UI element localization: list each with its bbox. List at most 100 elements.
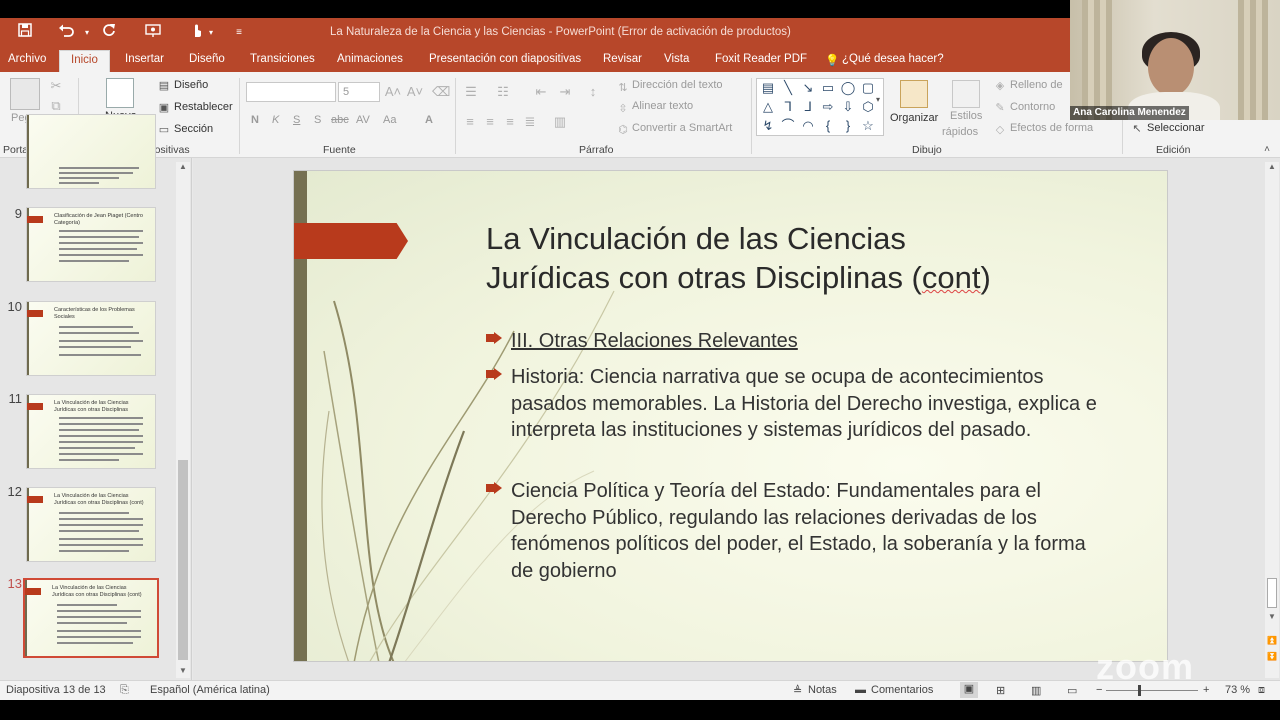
undo-icon[interactable]	[55, 22, 77, 44]
scroll-down-icon[interactable]: ▼	[176, 666, 190, 675]
scroll-thumb[interactable]	[178, 460, 188, 660]
elbow-arrow-shape-icon[interactable]: ᒧ	[799, 98, 817, 116]
triangle-shape-icon[interactable]: △	[759, 98, 777, 116]
elbow-connector-shape-icon[interactable]: ᒣ	[779, 98, 797, 116]
cut-icon[interactable]: ✂	[48, 78, 64, 94]
tab-vista[interactable]: Vista	[664, 53, 689, 65]
star-shape-icon[interactable]: ☆	[859, 117, 877, 135]
shrink-font-icon[interactable]: A˅	[406, 84, 424, 100]
grow-font-icon[interactable]: A˄	[384, 84, 402, 100]
reading-view-icon[interactable]: ▥	[1031, 684, 1041, 697]
layout-icon[interactable]: ▤	[157, 78, 171, 94]
zoom-in-icon[interactable]: +	[1203, 684, 1209, 696]
present-from-start-icon[interactable]	[142, 22, 164, 44]
columns-icon[interactable]: ▥	[552, 114, 568, 130]
tab-presentacion[interactable]: Presentación con diapositivas	[429, 53, 581, 65]
scroll-up-icon[interactable]: ▲	[1265, 162, 1279, 171]
tell-me-search[interactable]: ¿Qué desea hacer?	[842, 53, 944, 65]
shape-fill-icon[interactable]: ◈	[993, 78, 1007, 94]
new-slide-icon[interactable]	[106, 78, 134, 108]
shadow-button[interactable]: S	[314, 114, 321, 126]
bold-button[interactable]: N	[251, 114, 259, 126]
font-size-combo[interactable]: 5	[338, 82, 380, 102]
quick-styles-label-2[interactable]: rápidos	[942, 126, 978, 138]
underline-button[interactable]: S	[293, 114, 300, 126]
shape-outline-button[interactable]: Contorno	[1010, 101, 1055, 113]
shape-effects-icon[interactable]: ◇	[993, 122, 1007, 138]
curve-shape-icon[interactable]: ⌒	[779, 117, 797, 135]
notes-button[interactable]: Notas	[808, 684, 837, 696]
line-spacing-icon[interactable]: ↕	[584, 84, 602, 100]
increase-indent-icon[interactable]: ⇥	[556, 84, 574, 100]
shapes-more-icon[interactable]: ▾	[872, 92, 884, 108]
italic-button[interactable]: K	[272, 114, 279, 126]
scroll-down-icon[interactable]: ▼	[1265, 612, 1279, 621]
quick-styles-icon[interactable]	[952, 80, 980, 108]
comments-button[interactable]: Comentarios	[871, 684, 933, 696]
editor-scrollbar[interactable]: ▲ ▼ ⏫ ⏬	[1265, 162, 1279, 678]
reset-icon[interactable]: ▣	[157, 100, 171, 116]
bent-arrow-shape-icon[interactable]: ↯	[759, 117, 777, 135]
slide-thumbnail-10[interactable]: Características de los Problemas Sociale…	[26, 301, 156, 376]
tab-archivo[interactable]: Archivo	[8, 53, 46, 65]
shape-fill-button[interactable]: Relleno de	[1010, 79, 1063, 91]
font-name-combo[interactable]	[246, 82, 336, 102]
oval-shape-icon[interactable]: ◯	[839, 79, 857, 97]
arrange-button[interactable]: Organizar	[890, 112, 938, 124]
slideshow-view-icon[interactable]: ▭	[1067, 684, 1077, 697]
slide-thumbnail[interactable]	[26, 114, 156, 189]
decrease-indent-icon[interactable]: ⇤	[532, 84, 550, 100]
right-arrow-shape-icon[interactable]: ⇨	[819, 98, 837, 116]
slide-thumbnail-11[interactable]: La Vinculación de las Ciencias Jurídicas…	[26, 394, 156, 469]
shape-outline-icon[interactable]: ✎	[993, 100, 1007, 116]
slide-thumbnail-13[interactable]: La Vinculación de las Ciencias Jurídicas…	[23, 578, 159, 658]
text-direction-button[interactable]: Dirección del texto	[632, 79, 723, 91]
scroll-thumb[interactable]	[1267, 578, 1277, 608]
left-brace-shape-icon[interactable]: {	[819, 117, 837, 135]
tab-diseno[interactable]: Diseño	[189, 53, 225, 65]
undo-dropdown-icon[interactable]: ▾	[76, 22, 98, 44]
slide-sorter-icon[interactable]: ⊞	[996, 684, 1005, 697]
align-text-icon[interactable]: ⇳	[616, 101, 630, 117]
current-slide[interactable]: La Vinculación de las Ciencias Jurídicas…	[293, 170, 1168, 662]
down-arrow-shape-icon[interactable]: ⇩	[839, 98, 857, 116]
comments-icon[interactable]: ▬	[855, 684, 866, 696]
arrange-icon[interactable]	[900, 80, 928, 108]
zoom-out-icon[interactable]: −	[1096, 684, 1102, 696]
next-slide-icon[interactable]: ⏬	[1265, 652, 1279, 661]
zoom-level[interactable]: 73 %	[1225, 684, 1250, 696]
repeat-icon[interactable]	[98, 22, 120, 44]
notes-icon[interactable]: ≜	[793, 684, 802, 697]
customize-qat-icon[interactable]: ≡	[228, 22, 250, 44]
change-case-button[interactable]: Aa	[383, 114, 396, 126]
slide-thumbnail-9[interactable]: Clasificación de Jean Piaget (Centro Cat…	[26, 207, 156, 282]
justify-icon[interactable]: ≣	[522, 114, 538, 130]
tab-animaciones[interactable]: Animaciones	[337, 53, 403, 65]
layout-button[interactable]: Diseño	[174, 79, 208, 91]
collapse-ribbon-icon[interactable]: ˄	[1260, 142, 1274, 158]
tab-transiciones[interactable]: Transiciones	[250, 53, 315, 65]
arc-shape-icon[interactable]: ◠	[799, 117, 817, 135]
strikethrough-button[interactable]: abc	[331, 114, 349, 126]
scroll-up-icon[interactable]: ▲	[176, 162, 190, 171]
tab-inicio[interactable]: Inicio	[59, 50, 110, 72]
smartart-button[interactable]: Convertir a SmartArt	[632, 122, 732, 134]
shape-effects-button[interactable]: Efectos de forma	[1010, 122, 1093, 134]
slide-title[interactable]: La Vinculación de las Ciencias Jurídicas…	[486, 219, 1126, 297]
arrow-line-shape-icon[interactable]: ↘	[799, 79, 817, 97]
fit-to-window-icon[interactable]: ⧈	[1258, 684, 1265, 697]
language-indicator[interactable]: Español (América latina)	[150, 684, 270, 696]
reset-button[interactable]: Restablecer	[174, 101, 233, 113]
select-button[interactable]: Seleccionar	[1147, 122, 1204, 134]
tab-revisar[interactable]: Revisar	[603, 53, 642, 65]
tab-foxit[interactable]: Foxit Reader PDF	[715, 53, 807, 65]
slide-thumbnail-12[interactable]: La Vinculación de las Ciencias Jurídicas…	[26, 487, 156, 562]
rectangle-shape-icon[interactable]: ▭	[819, 79, 837, 97]
zoom-slider-handle[interactable]	[1138, 685, 1141, 696]
font-color-button[interactable]: A	[425, 114, 433, 126]
tab-insertar[interactable]: Insertar	[125, 53, 164, 65]
quick-styles-label-1[interactable]: Estilos	[950, 110, 982, 122]
touch-dropdown-icon[interactable]: ▾	[200, 22, 222, 44]
smartart-icon[interactable]: ⌬	[616, 122, 630, 138]
textbox-shape-icon[interactable]: ▤	[759, 79, 777, 97]
